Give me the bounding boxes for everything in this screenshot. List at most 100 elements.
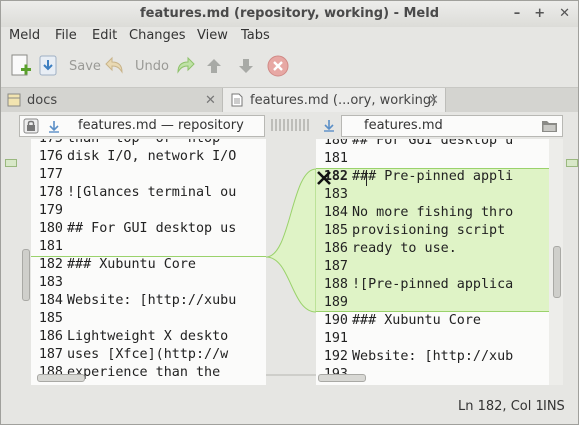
new-comparison-icon [11, 54, 31, 76]
text-line[interactable]: 185 [31, 310, 266, 328]
tab-features-close-button[interactable]: ✕ [428, 93, 439, 108]
menu-edit[interactable]: Edit [92, 28, 117, 43]
line-text: disk I/O, network I/O [67, 149, 237, 164]
text-line[interactable]: 179 [31, 202, 266, 220]
stop-icon [267, 55, 289, 77]
menu-view[interactable]: View [197, 28, 228, 43]
stop-button[interactable] [266, 52, 290, 80]
line-number: 180 [323, 139, 348, 148]
save-label: Save [69, 58, 101, 74]
new-comparison-button[interactable] [10, 52, 32, 80]
tab-features-label: features.md (...ory, working) [250, 92, 437, 108]
right-change-marker[interactable] [566, 159, 578, 167]
line-number: 185 [323, 223, 348, 238]
line-number: 176 [38, 149, 63, 164]
line-number: 189 [323, 295, 348, 310]
text-line[interactable]: 187 [316, 258, 549, 276]
line-text: ready to use. [352, 241, 457, 256]
next-change-button[interactable] [236, 52, 256, 80]
folder-icon[interactable] [541, 119, 558, 133]
line-text: Lightweight X deskto [67, 329, 229, 344]
tab-docs-label: docs [27, 92, 58, 108]
menu-tabs[interactable]: Tabs [241, 28, 270, 43]
maximize-button[interactable]: + [534, 1, 545, 27]
meld-window: features.md (repository, working) - Meld… [0, 0, 579, 425]
line-number: 181 [323, 151, 348, 166]
left-pane-scrollbar-thumb[interactable] [22, 249, 30, 301]
left-text-pane[interactable]: 175 than `top` or `htop` 176 disk I/O, netw… [31, 139, 266, 385]
text-line[interactable]: 189 [316, 294, 549, 312]
menu-file[interactable]: File [55, 28, 77, 43]
right-pane-scrollbar-thumb[interactable] [553, 246, 561, 298]
line-number: 187 [38, 347, 63, 362]
line-number: 187 [323, 259, 348, 274]
text-line[interactable]: 187 uses [Xfce](http://w [31, 346, 266, 364]
line-text: ## For GUI desktop us [67, 221, 237, 236]
text-cursor [366, 170, 367, 186]
undo-button[interactable]: Undo [105, 52, 169, 80]
left-hscroll-thumb[interactable] [37, 374, 85, 382]
undo-icon [105, 56, 123, 74]
window-title: features.md (repository, working) - Meld [140, 6, 439, 21]
close-button[interactable]: ✕ [559, 1, 570, 27]
text-line[interactable]: 181 [316, 150, 549, 168]
text-line[interactable]: 184 No more fishing thro [316, 204, 549, 222]
line-text: ## For GUI desktop u [352, 139, 514, 148]
text-line[interactable]: 175 than `top` or `htop` [31, 139, 266, 148]
text-line[interactable]: 186 Lightweight X deskto [31, 328, 266, 346]
delete-chunk-icon[interactable] [316, 171, 332, 185]
save-file-icon-right[interactable] [323, 118, 335, 133]
line-text: experience than the [67, 365, 221, 380]
menu-changes[interactable]: Changes [129, 28, 186, 43]
text-line[interactable]: 177 [31, 166, 266, 184]
text-line[interactable]: 180 ## For GUI desktop u [316, 139, 549, 150]
right-file-name: features.md [364, 118, 443, 133]
line-number: 191 [323, 331, 348, 346]
cursor-position: Ln 182, Col 1 [458, 399, 544, 414]
save-file-icon[interactable] [48, 119, 60, 134]
text-line[interactable]: 185 provisioning script [316, 222, 549, 240]
text-line[interactable]: 181 [31, 238, 266, 256]
left-change-marker[interactable] [5, 159, 17, 167]
redo-button[interactable] [173, 52, 195, 80]
tab-docs[interactable]: docs ✕ [1, 88, 222, 112]
text-line[interactable]: 188 ![Pre-pinned applica [316, 276, 549, 294]
left-insert-line [31, 256, 266, 257]
insert-mode: INS [543, 399, 565, 414]
text-line[interactable]: 183 [316, 186, 549, 204]
text-line[interactable]: 183 [31, 274, 266, 292]
right-hscroll-thumb[interactable] [318, 374, 366, 382]
line-number: 178 [38, 185, 63, 200]
line-number: 182 [38, 257, 63, 272]
text-line[interactable]: 182 ### Xubuntu Core [31, 256, 266, 274]
right-text-pane[interactable]: 180 ## For GUI desktop u 181 182 ### Pre-pin… [316, 139, 549, 385]
line-number: 184 [38, 293, 63, 308]
minimize-button[interactable]: – [514, 1, 521, 27]
text-line[interactable]: 190 ### Xubuntu Core [316, 312, 549, 330]
line-number: 192 [323, 349, 348, 364]
line-text: Website: [http://xubu [67, 293, 237, 308]
down-arrow-icon [39, 55, 57, 76]
text-line[interactable]: 191 [316, 330, 549, 348]
tab-docs-close-button[interactable]: ✕ [205, 93, 216, 108]
left-file-header: features.md — repository [19, 115, 265, 137]
redo-icon [177, 56, 195, 74]
tab-bar: docs ✕ features.md (...ory, working) ✕ [1, 87, 578, 113]
line-text: provisioning script [352, 223, 506, 238]
previous-change-button[interactable] [204, 52, 224, 80]
text-line[interactable]: 184 Website: [http://xubu [31, 292, 266, 310]
menu-meld[interactable]: Meld [9, 28, 40, 43]
text-line[interactable]: 178 ![Glances terminal ou [31, 184, 266, 202]
line-text: than `top` or `htop` [67, 139, 228, 146]
text-line[interactable]: 176 disk I/O, network I/O [31, 148, 266, 166]
tab-features[interactable]: features.md (...ory, working) ✕ [222, 88, 446, 112]
status-bar: Ln 182, Col 1 INS [1, 393, 578, 424]
line-number: 180 [38, 221, 63, 236]
save-button[interactable]: Save [39, 52, 101, 80]
text-line[interactable]: 182 ### Pre-pinned appli [316, 168, 549, 186]
text-line[interactable]: 180 ## For GUI desktop us [31, 220, 266, 238]
text-line[interactable]: 186 ready to use. [316, 240, 549, 258]
line-number: 185 [38, 311, 63, 326]
text-line[interactable]: 192 Website: [http://xub [316, 348, 549, 366]
right-file-header[interactable]: features.md [341, 115, 563, 137]
